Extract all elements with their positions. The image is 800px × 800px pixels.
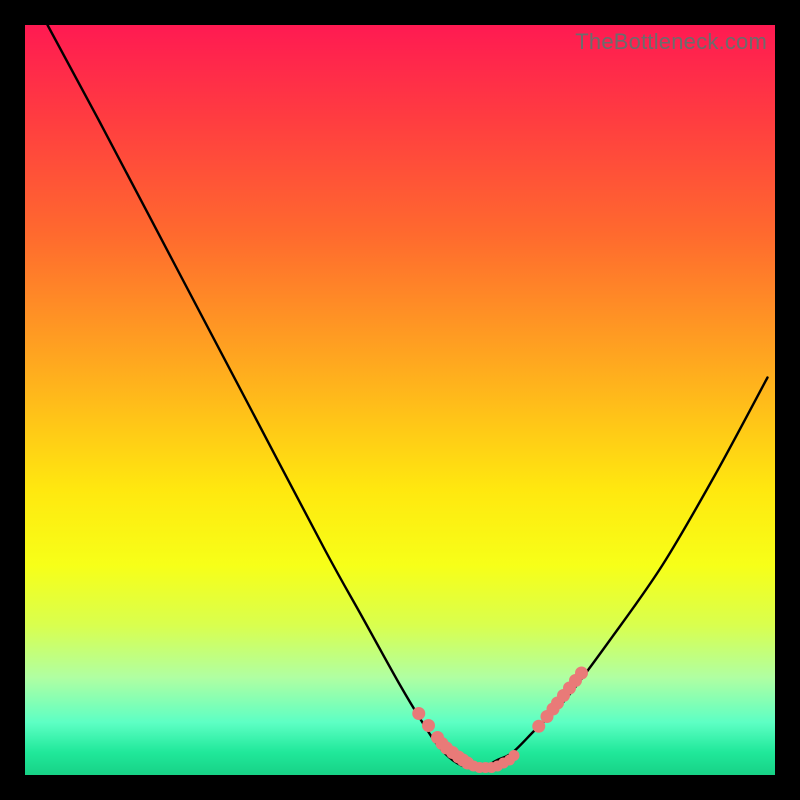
curve-marker [575,667,588,680]
curve-marker [509,750,520,761]
curve-marker [412,707,425,720]
chart-plot-area: TheBottleneck.com [25,25,775,775]
chart-svg [25,25,775,775]
curve-marker [422,719,435,732]
chart-frame: TheBottleneck.com [0,0,800,800]
marker-group [412,667,588,774]
bottleneck-curve [48,25,768,768]
